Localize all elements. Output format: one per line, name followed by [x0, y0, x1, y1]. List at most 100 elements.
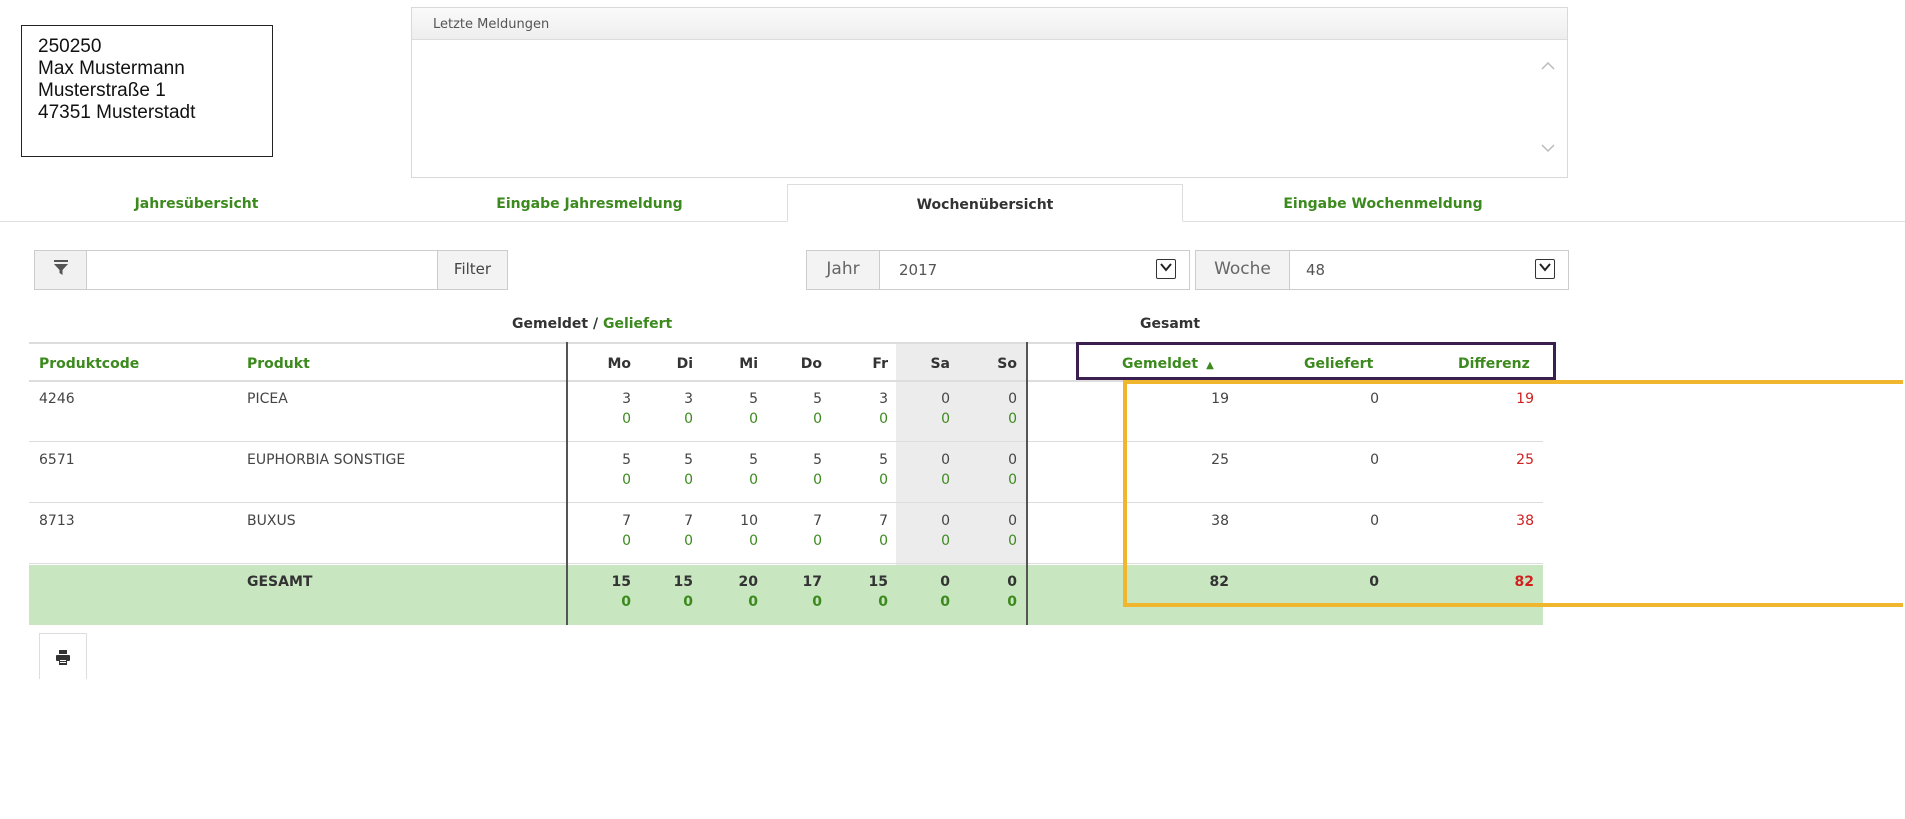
delivered-di: 0 — [683, 594, 693, 610]
customer-name: Max Mustermann — [38, 58, 185, 79]
week-value: 48 — [1306, 261, 1326, 279]
reported-mo: 3 — [622, 391, 631, 407]
reported-fr: 3 — [879, 391, 888, 407]
column-divider — [566, 342, 568, 625]
group-header-separator: / — [588, 316, 603, 332]
reported-so: 0 — [1008, 452, 1017, 468]
total-label: GESAMT — [247, 574, 313, 590]
delivered-do: 0 — [813, 472, 822, 488]
row-product: PICEA — [247, 391, 288, 407]
group-header-delivered: Geliefert — [602, 316, 673, 332]
chevron-down-icon[interactable] — [1156, 259, 1176, 279]
tab-eingabe-jahresmeldung[interactable]: Eingabe Jahresmeldung — [393, 184, 786, 222]
delivered-di: 0 — [684, 472, 693, 488]
delivered-do: 0 — [813, 411, 822, 427]
customer-number: 250250 — [38, 36, 102, 57]
year-label: Jahr — [807, 251, 880, 289]
filter-group: Filter — [34, 250, 508, 290]
col-header-so: So — [997, 356, 1017, 372]
year-select[interactable]: Jahr 2017 — [806, 250, 1190, 290]
scroll-up-icon[interactable] — [1539, 58, 1557, 76]
col-header-di: Di — [676, 356, 693, 372]
delivered-fr: 0 — [879, 472, 888, 488]
delivered-fr: 0 — [879, 411, 888, 427]
delivered-do: 0 — [812, 594, 822, 610]
reported-di: 3 — [684, 391, 693, 407]
reported-do: 17 — [802, 574, 822, 590]
reported-fr: 7 — [879, 513, 888, 529]
reported-so: 0 — [1007, 574, 1017, 590]
delivered-mi: 0 — [749, 472, 758, 488]
col-header-mo: Mo — [607, 356, 631, 372]
reported-sa: 0 — [941, 452, 950, 468]
reported-mo: 7 — [622, 513, 631, 529]
delivered-sa: 0 — [941, 472, 950, 488]
scroll-down-icon[interactable] — [1539, 140, 1557, 158]
tab-bar: Jahresübersicht Eingabe Jahresmeldung Wo… — [0, 184, 1905, 222]
delivered-mi: 0 — [749, 411, 758, 427]
reported-mo: 5 — [622, 452, 631, 468]
totals-highlight-box — [1123, 380, 1903, 607]
group-header-total: Gesamt — [1140, 316, 1201, 332]
group-header-reported: Gemeldet — [512, 316, 589, 332]
delivered-sa: 0 — [940, 594, 950, 610]
reported-di: 5 — [684, 452, 693, 468]
col-header-do: Do — [800, 356, 822, 372]
row-product: BUXUS — [247, 513, 296, 529]
reported-do: 5 — [813, 391, 822, 407]
delivered-mi: 0 — [749, 533, 758, 549]
print-button[interactable] — [39, 633, 87, 679]
header-highlight-box — [1076, 342, 1556, 380]
delivered-mo: 0 — [621, 594, 631, 610]
delivered-mo: 0 — [622, 533, 631, 549]
row-product: EUPHORBIA SONSTIGE — [247, 452, 406, 468]
col-header-produkt[interactable]: Produkt — [247, 356, 310, 372]
col-header-sa: Sa — [930, 356, 950, 372]
tab-jahresuebersicht[interactable]: Jahresübersicht — [0, 184, 393, 222]
messages-title: Letzte Meldungen — [412, 8, 1567, 40]
year-value: 2017 — [899, 261, 938, 279]
reported-di: 7 — [684, 513, 693, 529]
delivered-so: 0 — [1008, 533, 1017, 549]
tab-wochenuebersicht[interactable]: Wochenübersicht — [787, 184, 1183, 222]
filter-button[interactable]: Filter — [437, 251, 507, 289]
row-code: 8713 — [39, 513, 75, 529]
reported-fr: 15 — [868, 574, 888, 590]
reported-mi: 20 — [738, 574, 758, 590]
chevron-down-icon[interactable] — [1535, 259, 1555, 279]
column-divider — [1026, 342, 1028, 625]
delivered-fr: 0 — [878, 594, 888, 610]
reported-di: 15 — [673, 574, 693, 590]
delivered-do: 0 — [813, 533, 822, 549]
reported-mi: 10 — [740, 513, 758, 529]
customer-street: Musterstraße 1 — [38, 80, 166, 101]
delivered-sa: 0 — [941, 411, 950, 427]
col-header-fr: Fr — [872, 356, 888, 372]
customer-city: 47351 Musterstadt — [38, 102, 196, 123]
messages-panel: Letzte Meldungen — [411, 7, 1568, 178]
week-label: Woche — [1196, 251, 1290, 289]
reported-so: 0 — [1008, 391, 1017, 407]
col-header-mi: Mi — [739, 356, 758, 372]
delivered-so: 0 — [1007, 594, 1017, 610]
reported-sa: 0 — [941, 513, 950, 529]
reported-mo: 15 — [611, 574, 631, 590]
row-code: 4246 — [39, 391, 75, 407]
address-box: 250250 Max Mustermann Musterstraße 1 473… — [21, 25, 273, 157]
printer-icon — [55, 650, 71, 669]
col-header-produktcode[interactable]: Produktcode — [39, 356, 139, 372]
delivered-mo: 0 — [622, 472, 631, 488]
filter-input[interactable] — [88, 251, 438, 289]
week-select[interactable]: Woche 48 — [1195, 250, 1569, 290]
delivered-so: 0 — [1008, 411, 1017, 427]
group-header-reported-delivered: Gemeldet / Geliefert — [512, 316, 672, 332]
row-code: 6571 — [39, 452, 75, 468]
reported-fr: 5 — [879, 452, 888, 468]
delivered-fr: 0 — [879, 533, 888, 549]
delivered-di: 0 — [684, 533, 693, 549]
tab-eingabe-wochenmeldung[interactable]: Eingabe Wochenmeldung — [1183, 184, 1583, 222]
filter-icon[interactable] — [35, 251, 87, 289]
delivered-mi: 0 — [748, 594, 758, 610]
delivered-so: 0 — [1008, 472, 1017, 488]
reported-do: 7 — [813, 513, 822, 529]
